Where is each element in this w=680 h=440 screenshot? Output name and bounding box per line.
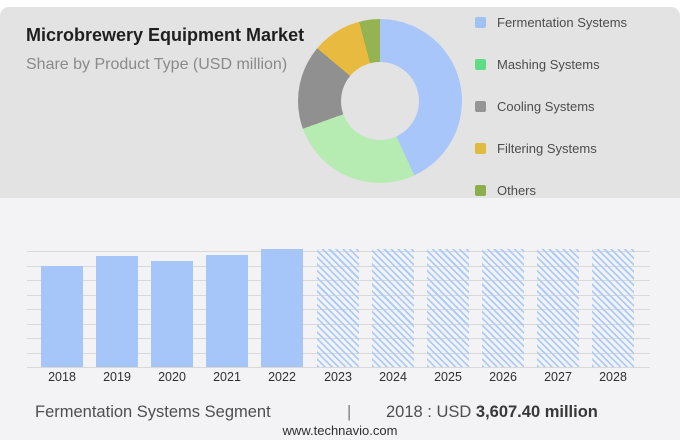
x-tick-2028: 2028	[599, 370, 627, 384]
x-tick-2020: 2020	[158, 370, 186, 384]
caption-value-prefix: 2018 : USD	[386, 403, 476, 421]
legend-item-others: Others	[475, 181, 536, 199]
x-tick-2025: 2025	[434, 370, 462, 384]
forecast-bar-2025	[427, 249, 469, 367]
legend-swatch-icon	[475, 16, 486, 28]
forecast-bar-2026	[482, 249, 524, 367]
x-tick-2019: 2019	[103, 370, 131, 384]
x-tick-2026: 2026	[489, 370, 517, 384]
donut-chart	[298, 19, 462, 183]
legend-label: Fermentation Systems	[497, 14, 628, 30]
x-tick-2021: 2021	[213, 370, 241, 384]
legend-swatch-icon	[475, 142, 486, 154]
caption-segment-name: Fermentation Systems Segment	[35, 403, 271, 421]
bar-2022	[261, 249, 303, 367]
legend-label: Cooling Systems	[497, 98, 595, 114]
legend-label: Mashing Systems	[497, 56, 600, 72]
forecast-bar-2023	[317, 249, 359, 367]
caption-value: 3,607.40 million	[475, 403, 598, 421]
header-panel: Microbrewery Equipment Market Share by P…	[0, 7, 680, 198]
chart-panel: 2018 2019 2020 2021 2022 2023 2024 2025 2026 2027…	[0, 198, 680, 440]
caption-separator: |	[347, 403, 352, 421]
market-infographic: Microbrewery Equipment Market Share by P…	[0, 0, 680, 440]
caption-row: Fermentation Systems Segment | 2018 : US…	[0, 402, 680, 422]
legend-item-fermentation-systems: Fermentation Systems	[475, 13, 627, 31]
legend-item-cooling-systems: Cooling Systems	[475, 97, 595, 115]
legend-item-filtering-systems: Filtering Systems	[475, 139, 597, 157]
bar-2019	[96, 256, 138, 367]
legend-swatch-icon	[475, 58, 486, 70]
title-block: Microbrewery Equipment Market Share by P…	[26, 23, 306, 74]
legend: Fermentation Systems Mashing Systems Cooli…	[475, 7, 675, 198]
page-title: Microbrewery Equipment Market	[26, 25, 305, 45]
x-tick-2027: 2027	[544, 370, 572, 384]
forecast-bar-2024	[372, 249, 414, 367]
x-tick-2022: 2022	[268, 370, 296, 384]
legend-label: Filtering Systems	[497, 140, 597, 156]
legend-label: Others	[497, 182, 537, 198]
x-tick-2023: 2023	[324, 370, 352, 384]
forecast-bar-2027	[537, 249, 579, 367]
donut-hole	[341, 62, 419, 140]
x-tick-2024: 2024	[379, 370, 407, 384]
legend-item-mashing-systems: Mashing Systems	[475, 55, 600, 73]
x-tick-2018: 2018	[48, 370, 76, 384]
forecast-bar-2028	[592, 249, 634, 367]
page-subtitle: Share by Product Type (USD million)	[26, 56, 288, 73]
website-link[interactable]: www.technavio.com	[0, 423, 680, 438]
legend-swatch-icon	[475, 100, 486, 112]
bar-2020	[151, 261, 193, 367]
bar-2018	[41, 266, 83, 367]
caption-value-group: 2018 : USD 3,607.40 million	[386, 402, 598, 422]
gridline	[27, 367, 650, 368]
bar-2021	[206, 255, 248, 367]
legend-swatch-icon	[475, 184, 486, 196]
